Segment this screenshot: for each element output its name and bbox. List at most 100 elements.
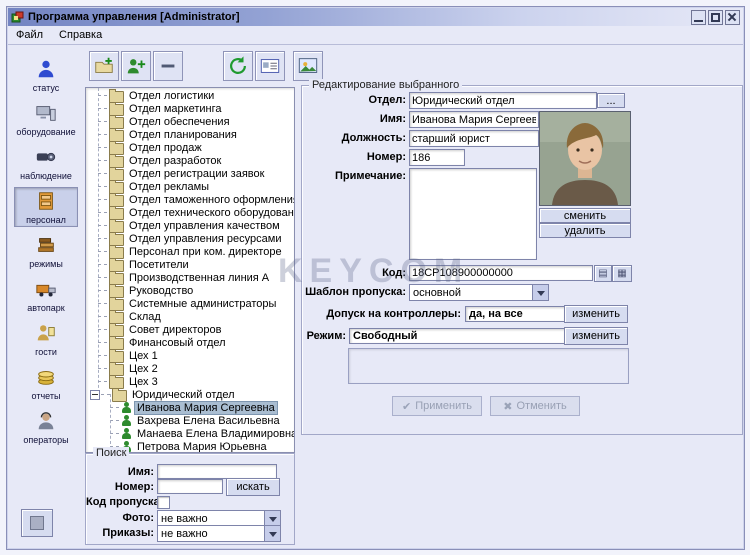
tree-item-department[interactable]: Отдел продаж bbox=[86, 140, 294, 155]
menu-help[interactable]: Справка bbox=[51, 28, 110, 42]
close-button[interactable] bbox=[725, 9, 740, 25]
search-number-input[interactable] bbox=[157, 479, 223, 494]
tree-item-person[interactable]: Иванова Мария Сергеевна bbox=[86, 400, 294, 415]
tree-item-label: Отдел обеспечения bbox=[129, 115, 230, 128]
sidebar-item-modes[interactable]: режимы bbox=[14, 231, 78, 271]
add-person-button[interactable] bbox=[121, 51, 151, 81]
tree-expand-toggle-icon[interactable] bbox=[90, 389, 100, 400]
tree-connector bbox=[98, 225, 107, 226]
export-image-button[interactable] bbox=[293, 51, 323, 81]
tree-item-person[interactable]: Манаева Елена Владимировна bbox=[86, 427, 294, 440]
change-access-button[interactable]: изменить bbox=[564, 305, 628, 323]
search-badge-code-label: Код пропуска: bbox=[86, 496, 164, 508]
apply-button-label: Применить bbox=[415, 400, 473, 412]
sidebar-item-label: оборудование bbox=[16, 127, 76, 137]
code-field[interactable] bbox=[409, 265, 593, 281]
badge-code-checkbox[interactable] bbox=[157, 496, 170, 509]
tree-item-label: Цех 1 bbox=[129, 349, 158, 362]
tree-item-department[interactable]: Финансовый отдел bbox=[86, 335, 294, 350]
orders-filter-value: не важно bbox=[161, 527, 208, 540]
tree-item-label: Отдел разработок bbox=[129, 154, 222, 167]
add-group-button[interactable] bbox=[89, 51, 119, 81]
tree-item-department[interactable]: Отдел логистики bbox=[86, 88, 294, 103]
change-mode-button[interactable]: изменить bbox=[564, 327, 628, 345]
apply-button[interactable]: Применить bbox=[392, 396, 482, 416]
x-icon bbox=[503, 400, 512, 413]
tree-item-department[interactable]: Системные администраторы bbox=[86, 296, 294, 311]
tree-item-department[interactable]: Отдел обеспечения bbox=[86, 114, 294, 129]
maximize-button[interactable] bbox=[708, 9, 723, 25]
tree-item-department[interactable]: Цех 1 bbox=[86, 348, 294, 363]
name-field[interactable] bbox=[409, 111, 539, 128]
status-icon bbox=[15, 58, 77, 82]
bottom-left-button[interactable] bbox=[21, 509, 53, 537]
tree-item-department[interactable]: Отдел таможенного оформления bbox=[86, 192, 294, 207]
department-field[interactable] bbox=[409, 92, 597, 109]
title-bar[interactable]: Программа управления [Administrator] bbox=[8, 8, 743, 26]
orders-filter-dropdown[interactable]: не важно bbox=[157, 525, 281, 542]
tree-item-department[interactable]: Совет директоров bbox=[86, 322, 294, 337]
tree-connector bbox=[98, 108, 107, 109]
cancel-edit-button[interactable]: Отменить bbox=[490, 396, 580, 416]
sidebar-item-equipment[interactable]: оборудование bbox=[14, 99, 78, 139]
sidebar-item-surveillance[interactable]: наблюдение bbox=[14, 143, 78, 183]
tree-item-department[interactable]: Отдел планирования bbox=[86, 127, 294, 142]
tree-item-department[interactable]: Отдел разработок bbox=[86, 153, 294, 168]
reports-icon bbox=[15, 366, 77, 390]
tree-item-department[interactable]: Отдел технического оборудования bbox=[86, 205, 294, 220]
tree-item-label: Посетители bbox=[129, 258, 189, 271]
tree-item-department[interactable]: Производственная линия А bbox=[86, 270, 294, 285]
tree-item-department[interactable]: Посетители bbox=[86, 257, 294, 272]
tree-item-department[interactable]: Цех 2 bbox=[86, 361, 294, 376]
remove-button[interactable] bbox=[153, 51, 183, 81]
code-card-button[interactable]: ▦ bbox=[612, 265, 632, 282]
tree-item-label: Отдел управления ресурсами bbox=[129, 232, 282, 245]
tree-item-department[interactable]: Персонал при ком. директоре bbox=[86, 244, 294, 259]
chevron-down-icon[interactable] bbox=[264, 526, 280, 541]
change-photo-button[interactable]: сменить bbox=[539, 208, 631, 223]
number-label: Номер: bbox=[366, 151, 406, 163]
refresh-button[interactable] bbox=[223, 51, 253, 81]
sidebar-item-guests[interactable]: гости bbox=[14, 319, 78, 359]
tree-connector bbox=[98, 329, 107, 330]
sidebar-item-reports[interactable]: отчеты bbox=[14, 363, 78, 403]
badge-template-dropdown[interactable]: основной bbox=[409, 284, 549, 301]
tree-item-department[interactable]: Отдел управления ресурсами bbox=[86, 231, 294, 246]
tree-item-person[interactable]: Вахрева Елена Васильевна bbox=[86, 414, 294, 427]
code-refresh-button[interactable]: ▤ bbox=[594, 265, 612, 282]
tree-item-department[interactable]: Руководство bbox=[86, 283, 294, 298]
menu-file[interactable]: Файл bbox=[8, 28, 51, 42]
search-name-input[interactable] bbox=[157, 464, 277, 479]
tree-item-department[interactable]: Отдел управления качеством bbox=[86, 218, 294, 233]
chevron-down-icon[interactable] bbox=[264, 511, 280, 526]
sidebar-item-personnel[interactable]: персонал bbox=[14, 187, 78, 227]
tree-item-department[interactable]: Склад bbox=[86, 309, 294, 324]
number-field[interactable] bbox=[409, 149, 465, 166]
badge-layout-button[interactable] bbox=[255, 51, 285, 81]
tree-item-label: Системные администраторы bbox=[129, 297, 277, 310]
minimize-button[interactable] bbox=[691, 9, 706, 25]
chevron-down-icon[interactable] bbox=[532, 285, 548, 300]
note-textarea[interactable] bbox=[409, 168, 537, 260]
main-toolbar bbox=[87, 51, 347, 81]
tree-item-department[interactable]: Отдел регистрации заявок bbox=[86, 166, 294, 181]
tree-item-department[interactable]: Отдел рекламы bbox=[86, 179, 294, 194]
tree-item-department[interactable]: Юридический отдел bbox=[86, 387, 294, 402]
tree-item-department[interactable]: Цех 3 bbox=[86, 374, 294, 389]
tree-item-department[interactable]: Отдел маркетинга bbox=[86, 101, 294, 116]
position-field[interactable] bbox=[409, 130, 539, 147]
delete-photo-button[interactable]: удалить bbox=[539, 223, 631, 238]
tree-connector bbox=[98, 277, 107, 278]
browse-department-button[interactable]: ... bbox=[597, 93, 625, 108]
cancel-button-label: Отменить bbox=[516, 400, 567, 412]
sidebar-item-operators[interactable]: операторы bbox=[14, 407, 78, 447]
sidebar-item-fleet[interactable]: автопарк bbox=[14, 275, 78, 315]
card-icon: ▦ bbox=[617, 267, 627, 279]
controller-access-value: да, на все bbox=[465, 306, 565, 322]
tree-connector bbox=[98, 199, 107, 200]
sidebar-item-status[interactable]: статус bbox=[14, 55, 78, 95]
tree-panel[interactable]: Отдел логистики Отдел маркетинга Отдел обе… bbox=[85, 87, 295, 453]
search-button[interactable]: искать bbox=[226, 478, 280, 496]
tree-item-label: Финансовый отдел bbox=[129, 336, 226, 349]
badge-icon bbox=[259, 55, 281, 77]
